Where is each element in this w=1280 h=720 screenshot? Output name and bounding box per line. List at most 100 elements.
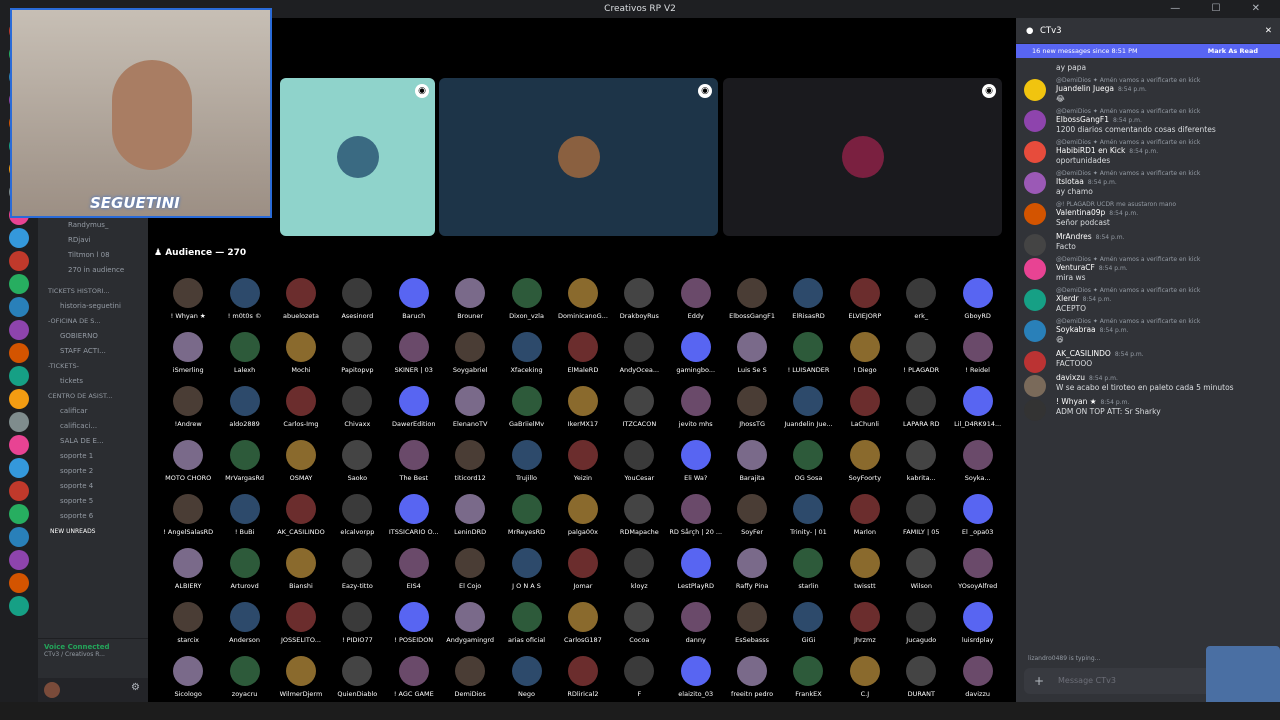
audience-member[interactable]: elcalvorpp	[329, 494, 385, 543]
plus-icon[interactable]: +	[1034, 668, 1044, 694]
audience-member[interactable]: Chivaxx	[329, 386, 385, 435]
audience-member[interactable]: Lil_D4RK914...	[949, 386, 1005, 435]
new-unreads-pill[interactable]: NEW UNREADS	[38, 524, 148, 539]
new-messages-banner[interactable]: 16 new messages since 8:51 PM Mark As Re…	[1016, 44, 1280, 58]
audience-member[interactable]: kloyz	[611, 548, 667, 597]
audience-member[interactable]: GiGi	[780, 602, 836, 651]
avatar[interactable]	[1024, 258, 1046, 280]
audience-member[interactable]: The Best	[386, 440, 442, 489]
server-icon[interactable]	[9, 596, 29, 616]
channel-item[interactable]: calificaci...	[38, 419, 148, 434]
audience-member[interactable]: YouCesar	[611, 440, 667, 489]
reply-preview[interactable]: @DemiDios ✦ Amén vamos a verificarte en …	[1056, 318, 1272, 325]
channel-item[interactable]: SALA DE E...	[38, 434, 148, 449]
audience-member[interactable]: Saoko	[329, 440, 385, 489]
mark-as-read-button[interactable]: Mark As Read	[1208, 44, 1258, 58]
audience-member[interactable]: RDlirical2	[555, 656, 611, 705]
avatar[interactable]	[1024, 172, 1046, 194]
server-icon[interactable]	[9, 458, 29, 478]
audience-member[interactable]: Yeizin	[555, 440, 611, 489]
audience-member[interactable]: Trinity- | 01	[780, 494, 836, 543]
audience-member[interactable]: AK_CASILINDO	[273, 494, 329, 543]
channel-item[interactable]: soporte 5	[38, 494, 148, 509]
avatar[interactable]	[1024, 110, 1046, 132]
audience-member[interactable]: Papitopvp	[329, 332, 385, 381]
audience-member[interactable]: SoyFer	[724, 494, 780, 543]
server-icon[interactable]	[9, 412, 29, 432]
audience-member[interactable]: luisrdplay	[949, 602, 1005, 651]
audience-member[interactable]: LaChunli	[837, 386, 893, 435]
audience-member[interactable]: Bianshi	[273, 548, 329, 597]
audience-member[interactable]: ! Diego	[837, 332, 893, 381]
avatar[interactable]	[1024, 320, 1046, 342]
audience-member[interactable]: JOSSELITO...	[273, 602, 329, 651]
audience-member[interactable]: Anderson	[216, 602, 272, 651]
avatar[interactable]	[1024, 289, 1046, 311]
audience-member[interactable]: YOsoyAlfred	[949, 548, 1005, 597]
audience-member[interactable]: Raffy Pina	[724, 548, 780, 597]
chat-message[interactable]: @DemiDios ✦ Amén vamos a verificarte en …	[1016, 139, 1280, 165]
voice-channel-path[interactable]: CTv3 / Creativos R...	[38, 651, 148, 658]
audience-member[interactable]: El Cojo	[442, 548, 498, 597]
audience-member[interactable]: LAPARA RD	[893, 386, 949, 435]
audience-member[interactable]: freeitn pedro	[724, 656, 780, 705]
audience-member[interactable]: J O N A S	[498, 548, 554, 597]
message-author[interactable]: Juandelin Juega	[1056, 84, 1114, 93]
close-icon[interactable]: ✕	[1265, 18, 1272, 44]
audience-member[interactable]: JhossTG	[724, 386, 780, 435]
audience-member[interactable]: Andygamingrd	[442, 602, 498, 651]
channel-item[interactable]: historia-seguetini	[38, 299, 148, 314]
audience-member[interactable]: Jucagudo	[893, 602, 949, 651]
avatar[interactable]	[1024, 399, 1046, 421]
audience-member[interactable]: abuelozeta	[273, 278, 329, 327]
audience-member[interactable]: CarlosG187	[555, 602, 611, 651]
reply-preview[interactable]: @DemiDios ✦ Amén vamos a verificarte en …	[1056, 287, 1272, 294]
audience-member[interactable]: MrVargasRd	[216, 440, 272, 489]
audience-member[interactable]: twisstt	[837, 548, 893, 597]
server-icon[interactable]	[9, 504, 29, 524]
audience-member[interactable]: kabrita...	[893, 440, 949, 489]
audience-member[interactable]: Jomar	[555, 548, 611, 597]
server-icon[interactable]	[9, 297, 29, 317]
audience-member[interactable]: Sicologo	[160, 656, 216, 705]
audience-member[interactable]: davizzu	[949, 656, 1005, 705]
channel-item[interactable]: soporte 1	[38, 449, 148, 464]
audience-member[interactable]: Soygabriel	[442, 332, 498, 381]
channel-category[interactable]: -OFICINA DE S...	[38, 314, 148, 329]
message-author[interactable]: HabibiRD1 en Kick	[1056, 146, 1125, 155]
audience-member[interactable]: ALBIERY	[160, 548, 216, 597]
audience-member[interactable]: LeninDRD	[442, 494, 498, 543]
audience-member[interactable]: SKINER | 03	[386, 332, 442, 381]
chat-message[interactable]: @DemiDios ✦ Amén vamos a verificarte en …	[1016, 77, 1280, 103]
chat-message[interactable]: ! Whyan ★ 8:54 p.m. ADM ON TOP ATT: Sr Sha…	[1016, 397, 1280, 421]
audience-member[interactable]: Nego	[498, 656, 554, 705]
message-author[interactable]: MrAndres	[1056, 232, 1092, 241]
message-author[interactable]: Soykabraa	[1056, 325, 1096, 334]
speaker-tile[interactable]: ◉	[439, 78, 718, 236]
audience-member[interactable]: !Andrew	[160, 386, 216, 435]
audience-member[interactable]: El _opa03	[949, 494, 1005, 543]
audience-member[interactable]: MOTO CHORO	[160, 440, 216, 489]
message-input[interactable]: + Message CTv3	[1024, 668, 1214, 694]
audience-member[interactable]: ! Whyan ★	[160, 278, 216, 327]
avatar[interactable]	[1024, 234, 1046, 256]
avatar[interactable]	[1024, 141, 1046, 163]
audience-member[interactable]: ! AGC GAME	[386, 656, 442, 705]
speaker-tile[interactable]: ◉	[280, 78, 435, 236]
message-author[interactable]: ! Whyan ★	[1056, 397, 1096, 406]
audience-member[interactable]: zoyacru	[216, 656, 272, 705]
message-author[interactable]: VenturaCF	[1056, 263, 1095, 272]
reply-preview[interactable]: @DemiDios ✦ Amén vamos a verificarte en …	[1056, 170, 1272, 177]
server-icon[interactable]	[9, 550, 29, 570]
audience-member[interactable]: ! PLAGADR	[893, 332, 949, 381]
audience-member[interactable]: AndyOcea...	[611, 332, 667, 381]
audience-member[interactable]: Baruch	[386, 278, 442, 327]
audience-member[interactable]: DemiDios	[442, 656, 498, 705]
audience-member[interactable]: Carlos-Img	[273, 386, 329, 435]
audience-member[interactable]: RD Sårçh | 20 ...	[668, 494, 724, 543]
audience-member[interactable]: ElbossGangF1	[724, 278, 780, 327]
server-icon[interactable]	[9, 389, 29, 409]
reply-preview[interactable]: @DemiDios ✦ Amén vamos a verificarte en …	[1056, 256, 1272, 263]
reply-preview[interactable]: @DemiDios ✦ Amén vamos a verificarte en …	[1056, 108, 1272, 115]
audience-member[interactable]: DURANT	[893, 656, 949, 705]
